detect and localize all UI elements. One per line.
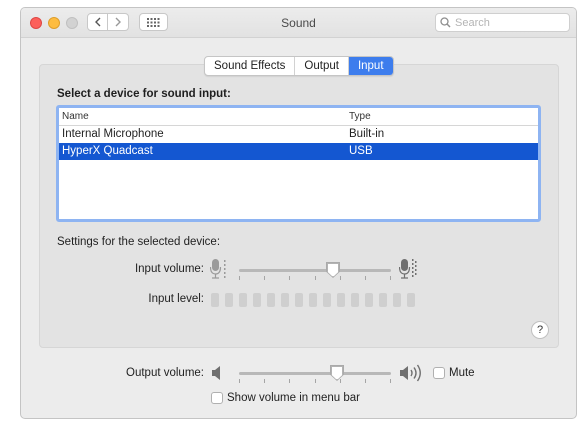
level-segment [281, 293, 289, 307]
device-type: Built-in [349, 128, 385, 140]
slider-tick [289, 379, 290, 383]
level-segment [309, 293, 317, 307]
show-volume-checkbox[interactable] [211, 392, 223, 404]
settings-label: Settings for the selected device: [57, 236, 221, 248]
level-segment [365, 293, 373, 307]
mute-label[interactable]: Mute [449, 367, 475, 379]
slider-tick [239, 276, 240, 280]
level-segment [211, 293, 219, 307]
tab-output[interactable]: Output [295, 57, 349, 75]
slider-knob[interactable] [331, 366, 343, 380]
input-level-meter [211, 293, 415, 307]
microphone-high-icon [399, 259, 417, 279]
input-volume-label: Input volume: [134, 263, 204, 275]
level-segment [351, 293, 359, 307]
slider-ticks [239, 379, 391, 383]
slider-track [239, 269, 391, 272]
section-title: Select a device for sound input: [57, 88, 231, 100]
slider-tick [315, 276, 316, 280]
slider-track [239, 372, 391, 375]
level-segment [379, 293, 387, 307]
sound-preferences-window: Sound Sound Effects Output Input Select … [20, 7, 577, 419]
input-volume-slider[interactable] [239, 260, 391, 282]
tab-input[interactable]: Input [348, 57, 393, 75]
device-name: HyperX Quadcast [62, 145, 153, 157]
slider-tick [289, 276, 290, 280]
slider-tick [390, 276, 391, 280]
slider-ticks [239, 276, 391, 280]
level-segment [239, 293, 247, 307]
output-volume-label: Output volume: [126, 367, 204, 379]
level-segment [323, 293, 331, 307]
table-row-selected[interactable]: HyperX Quadcast USB [59, 143, 538, 160]
level-segment [337, 293, 345, 307]
search-icon [440, 17, 451, 28]
help-button[interactable]: ? [531, 321, 549, 339]
search-field[interactable] [435, 13, 570, 32]
tab-sound-effects[interactable]: Sound Effects [205, 57, 296, 75]
slider-tick [315, 379, 316, 383]
speaker-high-icon [400, 364, 421, 382]
mute-checkbox[interactable] [433, 367, 445, 379]
slider-tick [264, 276, 265, 280]
column-header-name[interactable]: Name [62, 108, 89, 125]
input-level-label: Input level: [148, 293, 204, 305]
slider-tick [365, 276, 366, 280]
slider-tick [264, 379, 265, 383]
column-header-type[interactable]: Type [349, 108, 371, 125]
level-segment [407, 293, 415, 307]
slider-tick [340, 379, 341, 383]
slider-tick [390, 379, 391, 383]
level-segment [267, 293, 275, 307]
device-name: Internal Microphone [62, 128, 164, 140]
show-volume-label[interactable]: Show volume in menu bar [227, 392, 360, 404]
title-bar: Sound [21, 8, 576, 38]
input-device-table[interactable]: Name Type Internal Microphone Built-in H… [56, 105, 541, 222]
slider-tick [239, 379, 240, 383]
level-segment [295, 293, 303, 307]
level-segment [253, 293, 261, 307]
tab-bar: Sound Effects Output Input [204, 56, 394, 76]
device-type: USB [349, 145, 373, 157]
slider-tick [340, 276, 341, 280]
table-row[interactable]: Internal Microphone Built-in [59, 126, 538, 143]
microphone-low-icon [210, 259, 226, 279]
speaker-low-icon [212, 366, 220, 380]
slider-tick [365, 379, 366, 383]
table-header: Name Type [59, 108, 538, 126]
output-volume-slider[interactable] [239, 363, 391, 385]
level-segment [225, 293, 233, 307]
slider-knob[interactable] [327, 263, 339, 277]
search-input[interactable] [451, 16, 565, 29]
level-segment [393, 293, 401, 307]
